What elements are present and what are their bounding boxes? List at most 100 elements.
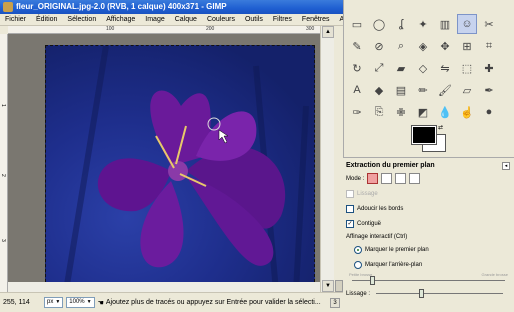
flip-icon[interactable]: ⇋ — [435, 58, 455, 78]
smoothing-row: Lissage : — [346, 286, 511, 301]
menu-couleurs[interactable]: Couleurs — [202, 14, 240, 25]
cancel-button[interactable]: 3 — [330, 297, 340, 308]
menu-affichage[interactable]: Affichage — [101, 14, 140, 25]
scale-icon[interactable]: ⤢ — [369, 58, 389, 78]
paintbrush-icon[interactable]: 🖌 — [435, 80, 455, 100]
clone-icon[interactable]: ⎘ — [369, 102, 389, 122]
tool-grid: ▭ ◯ ʆ ✦ ▥ ☺ ✂ ✎ ⊘ ⌕ ◈ ✥ ⊞ ⌗ ↻ ⤢ ▰ ◇ ⇋ ⬚ ✚ A ◆ ▤ ✏ 🖌 ▱ ✒ ✑ ⎘ ✙ ◩ 💧 ☝ ● — [347, 14, 513, 124]
blur-icon[interactable]: 💧 — [435, 102, 455, 122]
shear-icon[interactable]: ▰ — [391, 58, 411, 78]
unified-transform-icon[interactable]: ✚ — [479, 58, 499, 78]
menu-selection[interactable]: Sélection — [62, 14, 101, 25]
smoothing-label: Lissage : — [346, 290, 371, 297]
antialias-checkbox[interactable] — [346, 189, 354, 198]
feather-label: Adoucir les bords — [357, 205, 404, 212]
menu-calque[interactable]: Calque — [170, 14, 202, 25]
navigate-button[interactable] — [335, 280, 343, 292]
flower-image[interactable] — [45, 45, 315, 292]
refine-label: Affinage interactif (Ctrl) — [346, 233, 408, 240]
rect-select-icon[interactable]: ▭ — [347, 14, 367, 34]
unit-select[interactable]: px ▼ — [44, 297, 64, 308]
align-icon[interactable]: ⊞ — [457, 36, 477, 56]
slider-knob[interactable] — [370, 276, 376, 285]
contiguous-row: ✓ Contiguë — [346, 216, 511, 231]
feather-row: Adoucir les bords — [346, 201, 511, 216]
menu-filtres[interactable]: Filtres — [268, 14, 297, 25]
mark-background-row: Marquer l'arrière-plan — [346, 257, 511, 272]
tool-options-title: Extraction du premier plan — [346, 162, 435, 169]
scroll-down-arrow[interactable]: ▼ — [322, 280, 334, 292]
contiguous-checkbox[interactable]: ✓ — [346, 219, 354, 228]
feather-checkbox[interactable] — [346, 204, 354, 213]
mode-add-button[interactable] — [381, 173, 393, 184]
smoothing-track — [376, 293, 503, 294]
mark-foreground-radio[interactable] — [354, 245, 362, 254]
small-brush-label: Petite brosse — [349, 272, 373, 277]
unit-value: px — [47, 299, 54, 305]
status-bar: 255, 114 px ▼ 100% ▼ ☚ Ajoutez plus de t… — [0, 292, 343, 312]
scroll-up-arrow[interactable]: ▲ — [322, 26, 334, 38]
crop-icon[interactable]: ⌗ — [479, 36, 499, 56]
move-icon[interactable]: ✥ — [435, 36, 455, 56]
ruler-tick-label: 100 — [106, 26, 115, 32]
canvas-area[interactable] — [8, 34, 320, 292]
scissors-select-icon[interactable]: ✂ — [479, 14, 499, 34]
menu-outils[interactable]: Outils — [240, 14, 268, 25]
mark-background-radio[interactable] — [354, 260, 362, 269]
text-icon[interactable]: A — [347, 80, 367, 100]
title-bar[interactable]: fleur_ORIGINAL.jpg-2.0 (RVB, 1 calque) 4… — [0, 0, 343, 14]
iris-flower-illustration — [63, 45, 309, 292]
measure-icon[interactable]: ◈ — [413, 36, 433, 56]
vertical-scrollbar[interactable]: ▲ ▼ — [320, 26, 334, 292]
mode-intersect-button[interactable] — [409, 173, 421, 184]
color-select-icon[interactable]: ▥ — [435, 14, 455, 34]
chevron-down-icon: ▼ — [55, 299, 61, 305]
mode-label: Mode : — [346, 175, 365, 182]
large-brush-label: Grande brosse — [481, 272, 508, 277]
rotate-icon[interactable]: ↻ — [347, 58, 367, 78]
smudge-icon[interactable]: ☝ — [457, 102, 477, 122]
foreground-color[interactable] — [411, 125, 437, 145]
menu-fichier[interactable]: Fichier — [0, 14, 31, 25]
panel-menu-icon[interactable]: ◂ — [502, 162, 510, 170]
ruler-tick-label: 2 — [0, 174, 6, 177]
vertical-ruler[interactable]: 1 2 3 — [0, 34, 8, 292]
foreground-select-icon[interactable]: ☺ — [457, 14, 477, 34]
dodge-burn-icon[interactable]: ● — [479, 102, 499, 122]
horizontal-scrollbar[interactable] — [8, 282, 320, 292]
hand-icon: ☚ — [97, 299, 104, 307]
cage-icon[interactable]: ⬚ — [457, 58, 477, 78]
menu-fenetres[interactable]: Fenêtres — [297, 14, 335, 25]
pointer-coordinates: 255, 114 — [3, 299, 30, 306]
heal-icon[interactable]: ✙ — [391, 102, 411, 122]
gradient-icon[interactable]: ▤ — [391, 80, 411, 100]
brush-size-slider[interactable]: Petite brosse Grande brosse — [346, 272, 511, 286]
perspective-clone-icon[interactable]: ◩ — [413, 102, 433, 122]
smoothing-knob[interactable] — [419, 289, 425, 298]
zoom-value: 100% — [69, 299, 85, 305]
refine-heading: Affinage interactif (Ctrl) — [346, 231, 511, 242]
ruler-tick-label: 300 — [306, 26, 315, 32]
eraser-icon[interactable]: ▱ — [457, 80, 477, 100]
zoom-select[interactable]: 100% ▼ — [66, 297, 95, 308]
ellipse-select-icon[interactable]: ◯ — [369, 14, 389, 34]
bucket-fill-icon[interactable]: ◆ — [369, 80, 389, 100]
fuzzy-select-icon[interactable]: ✦ — [413, 14, 433, 34]
airbrush-icon[interactable]: ✒ — [479, 80, 499, 100]
mode-subtract-button[interactable] — [395, 173, 407, 184]
swap-colors-icon[interactable]: ⇄ — [438, 124, 443, 131]
free-select-icon[interactable]: ʆ — [391, 14, 411, 34]
color-picker-icon[interactable]: ⊘ — [369, 36, 389, 56]
mode-replace-button[interactable] — [367, 173, 379, 184]
paths-icon[interactable]: ✎ — [347, 36, 367, 56]
menu-bar: Fichier Édition Sélection Affichage Imag… — [0, 14, 354, 26]
ink-icon[interactable]: ✑ — [347, 102, 367, 122]
perspective-icon[interactable]: ◇ — [413, 58, 433, 78]
pencil-icon[interactable]: ✏ — [413, 80, 433, 100]
ruler-tick-label: 3 — [0, 239, 6, 242]
menu-image[interactable]: Image — [140, 14, 169, 25]
horizontal-ruler[interactable]: 100 200 300 — [8, 26, 320, 34]
menu-edition[interactable]: Édition — [31, 14, 62, 25]
mark-foreground-row: Marquer le premier plan — [346, 242, 511, 257]
zoom-icon[interactable]: ⌕ — [391, 36, 411, 56]
